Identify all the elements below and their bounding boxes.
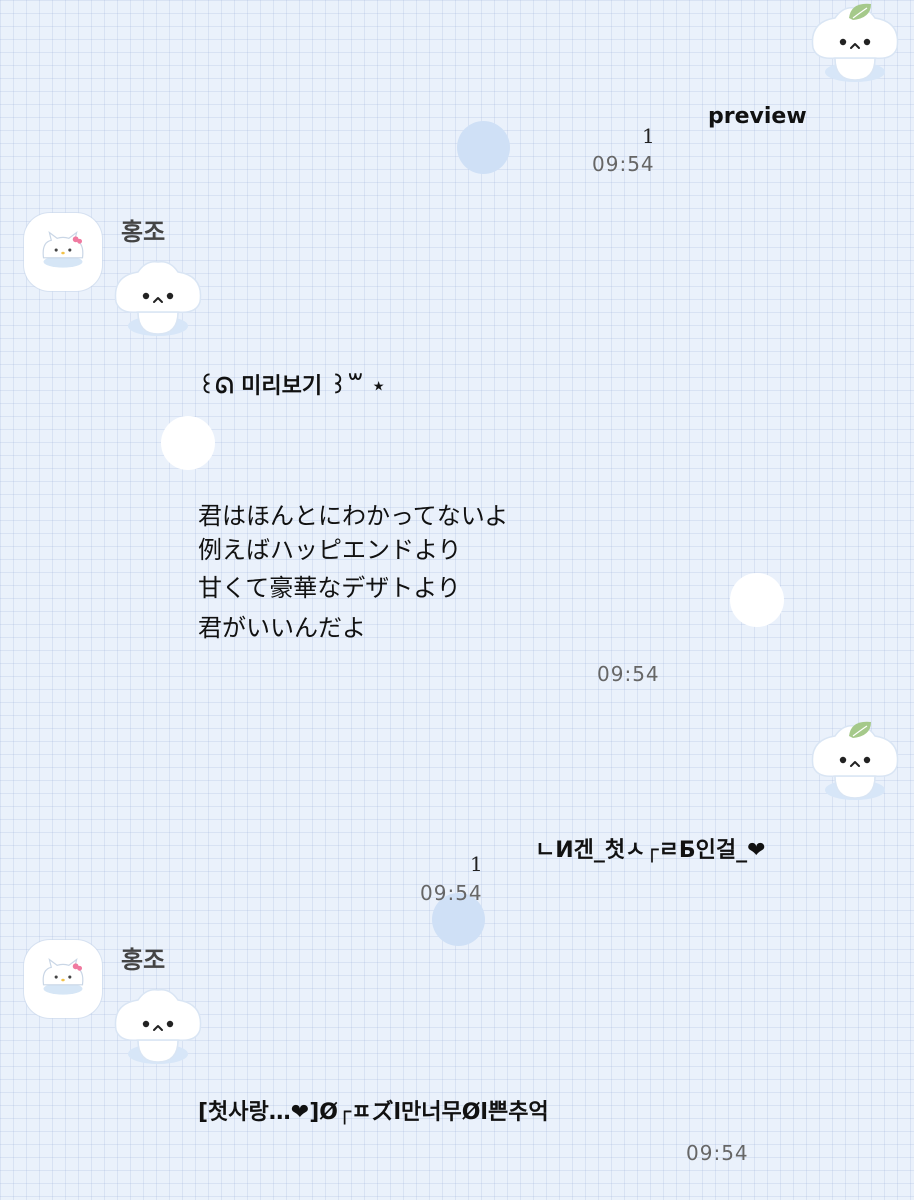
incoming-message-text[interactable]: [첫사랑…❤]Ø┌ㅍズl만너무Øl쁜추억 xyxy=(198,1094,549,1126)
decor-dot xyxy=(730,573,784,627)
lyrics-line[interactable]: 君がいいんだよ xyxy=(198,609,366,647)
decor-dot xyxy=(457,121,510,174)
lyrics-line[interactable]: 君はほんとにわかってないよ xyxy=(198,497,508,535)
outgoing-message-text[interactable]: ㄴИ겐_첫ㅅ┌ㄹБ인걸_❤ xyxy=(535,832,766,864)
outgoing-message-text[interactable]: preview xyxy=(708,104,807,129)
message-time: 09:54 xyxy=(592,152,655,176)
sender-name: 홍조 xyxy=(121,218,166,246)
message-time: 09:54 xyxy=(597,662,660,686)
lyrics-line[interactable]: 例えばハッピエンドより xyxy=(198,531,462,569)
message-time: 09:54 xyxy=(420,881,483,905)
incoming-message-title[interactable]: ꒰ᘏ 미리보기 ꒱꒳ ⋆ xyxy=(198,368,386,400)
mushroom-sticker-icon[interactable] xyxy=(805,718,905,808)
lyrics-line[interactable]: 甘くて豪華なデザトより xyxy=(198,569,461,607)
kitty-avatar-icon xyxy=(42,231,84,269)
avatar[interactable] xyxy=(24,940,102,1018)
mushroom-sticker-icon[interactable] xyxy=(108,254,208,344)
mushroom-sticker-icon[interactable] xyxy=(805,0,905,90)
message-time: 09:54 xyxy=(686,1141,749,1165)
avatar[interactable] xyxy=(24,213,102,291)
kitty-avatar-icon xyxy=(42,958,84,996)
mushroom-sticker-icon[interactable] xyxy=(108,982,208,1072)
unread-count: 1 xyxy=(470,852,483,876)
decor-dot xyxy=(161,416,215,470)
sender-name: 홍조 xyxy=(121,946,166,974)
unread-count: 1 xyxy=(642,124,655,148)
